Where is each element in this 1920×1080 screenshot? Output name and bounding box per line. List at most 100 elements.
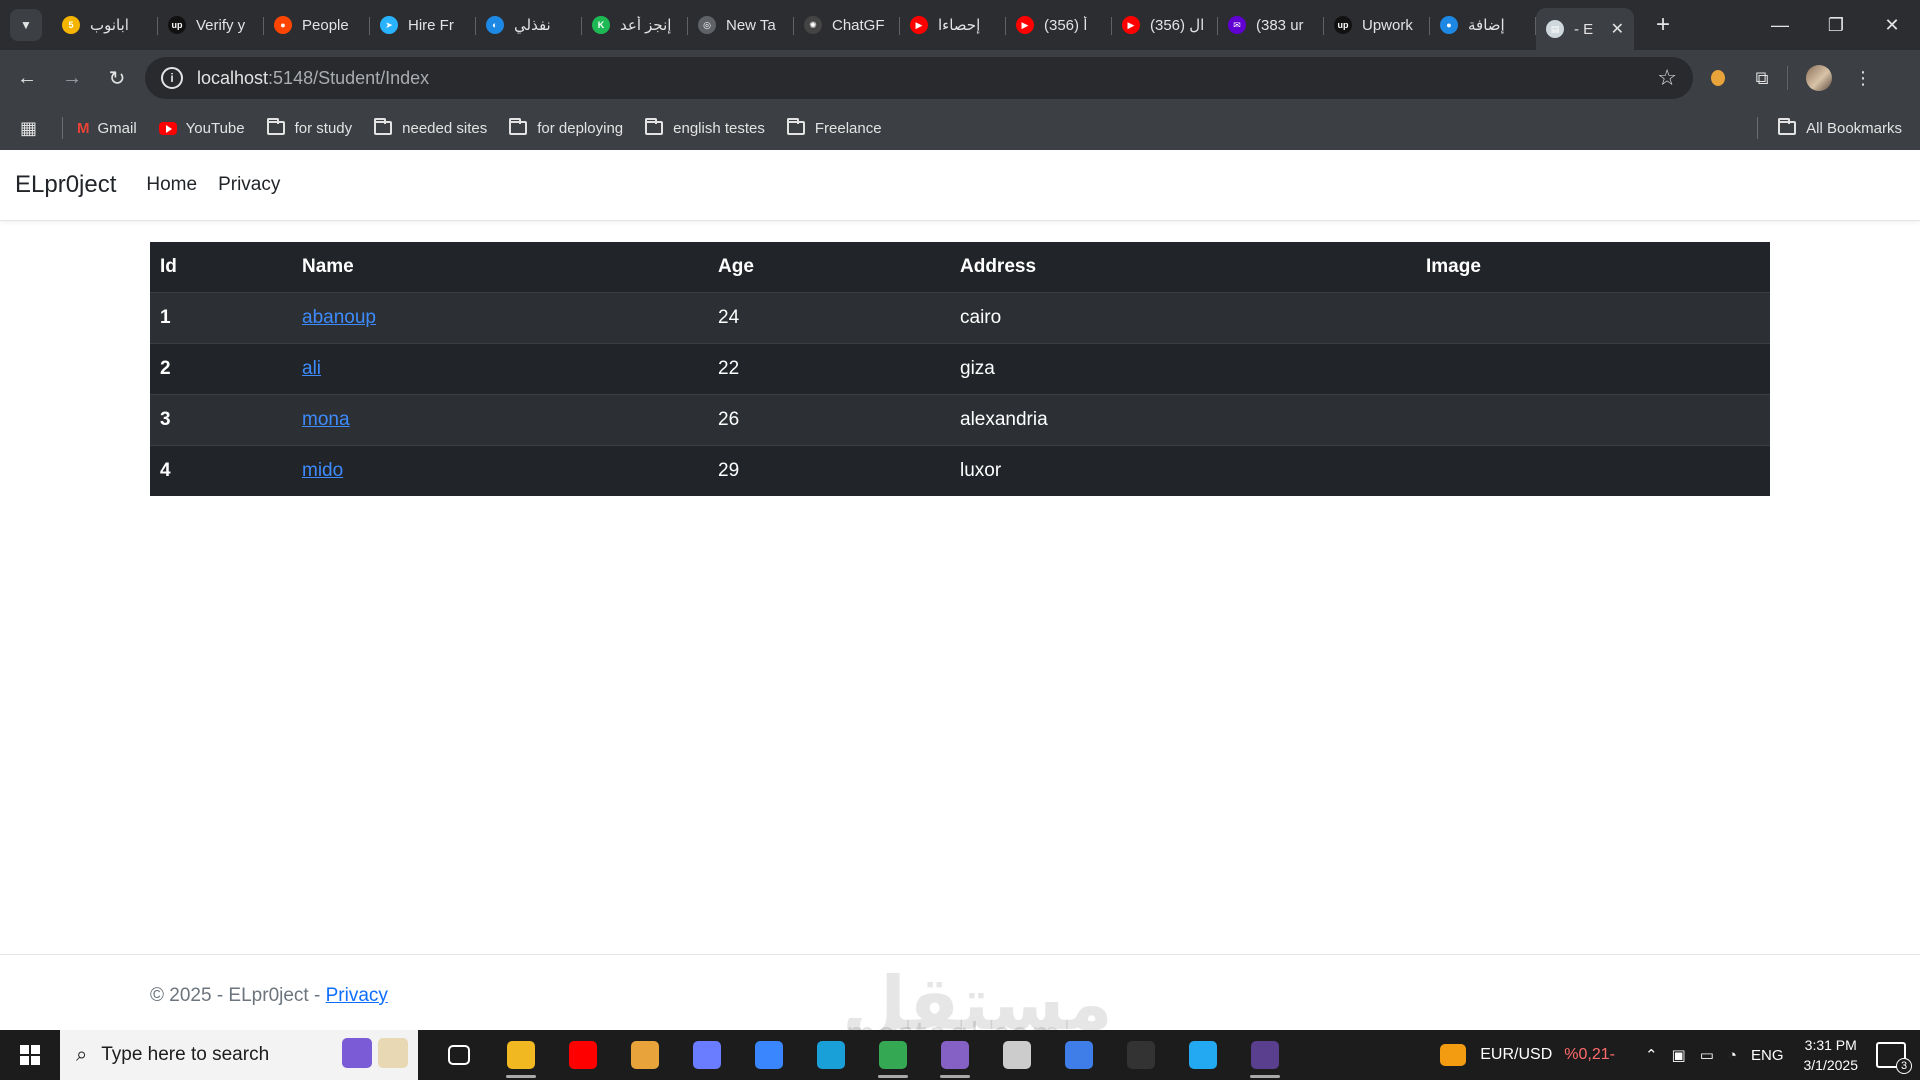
back-button[interactable]: ← (9, 60, 45, 96)
nav-privacy-link[interactable]: Privacy (218, 174, 280, 196)
restore-icon[interactable]: ❐ (1808, 0, 1864, 50)
window-snap-icon[interactable] (986, 1030, 1048, 1080)
browser-tab[interactable]: ● People (264, 7, 370, 43)
more-menu-icon[interactable]: ⋮ (1844, 60, 1882, 96)
fx-widget[interactable]: EUR/USD %0,21- (1440, 1044, 1615, 1066)
close-window-icon[interactable]: ✕ (1864, 0, 1920, 50)
git-icon[interactable] (1048, 1030, 1110, 1080)
cell-image (1416, 444, 1770, 496)
cell-id: 3 (150, 393, 292, 445)
visual-studio-icon[interactable] (924, 1030, 986, 1080)
folder-icon (645, 118, 664, 135)
powershell-icon[interactable] (1234, 1030, 1296, 1080)
film-clapper-icon (342, 1038, 372, 1068)
battery-icon[interactable]: ▭ (1700, 1046, 1714, 1064)
bookmark-item[interactable]: needed sites (374, 118, 488, 137)
browser-tab[interactable]: ◎ New Ta (688, 7, 794, 43)
tab-title: إحصاءا (938, 17, 981, 34)
student-name-link[interactable]: abanoup (302, 307, 376, 328)
bookmark-item[interactable]: english testes (645, 118, 765, 137)
copilot-icon[interactable] (676, 1030, 738, 1080)
browser-tab[interactable]: ◐ نفذلي (476, 7, 582, 43)
app-glyph (941, 1041, 969, 1069)
all-bookmarks-label: All Bookmarks (1806, 119, 1902, 137)
nav-home-link[interactable]: Home (146, 174, 197, 196)
page-icon: ▤ (1546, 20, 1564, 38)
edge-icon[interactable] (800, 1030, 862, 1080)
extensions-puzzle-icon[interactable]: ⧉ (1743, 60, 1781, 96)
bookmark-item[interactable]: M Gmail (77, 120, 137, 137)
file-explorer-icon[interactable] (490, 1030, 552, 1080)
student-name-link[interactable]: mido (302, 460, 343, 481)
new-tab-button[interactable]: + (1648, 11, 1678, 39)
fx-change: %0,21- (1564, 1046, 1615, 1063)
bookmark-star-icon[interactable]: ☆ (1657, 65, 1677, 91)
student-name-link[interactable]: ali (302, 358, 321, 379)
folder-icon (509, 118, 528, 135)
taskbar-clock[interactable]: 3:31 PM 3/1/2025 (1804, 1035, 1859, 1075)
reload-button[interactable]: ↻ (99, 60, 135, 96)
browser-tab[interactable]: ✉ (383 ur (1218, 7, 1324, 43)
clock-date: 3/1/2025 (1803, 1057, 1859, 1073)
search-icon: ⌕ (76, 1043, 88, 1066)
microsoft-store-icon[interactable] (738, 1030, 800, 1080)
bookmark-item[interactable]: Freelance (786, 118, 882, 137)
app-glyph (448, 1045, 470, 1065)
browser-tab[interactable]: up Verify y (158, 7, 264, 43)
tab-title: نفذلي (514, 17, 551, 34)
snipping-tool-icon[interactable] (614, 1030, 676, 1080)
folder-icon (786, 118, 805, 135)
start-button[interactable] (0, 1030, 60, 1080)
task-view-icon[interactable] (428, 1030, 490, 1080)
browser-tab[interactable]: ▤ - E ✕ (1536, 8, 1634, 50)
browser-tab[interactable]: K إنجز أعد (582, 7, 688, 43)
brand-link[interactable]: ELpr0ject (15, 171, 116, 199)
tab-title: Upwork (1362, 16, 1413, 34)
bookmark-item[interactable]: for deploying (509, 118, 623, 137)
column-header-image: Image (1416, 242, 1770, 293)
browser-tab[interactable]: ✺ ChatGF (794, 7, 900, 43)
student-name-link[interactable]: mona (302, 409, 350, 430)
site-info-icon[interactable]: i (161, 67, 183, 89)
window-controls: — ❐ ✕ (1752, 0, 1920, 50)
cell-address: cairo (950, 291, 1416, 343)
browser-tab[interactable]: ● إضافة (1430, 7, 1536, 43)
arrow-left-icon: ← (17, 66, 37, 89)
minimize-icon[interactable]: — (1752, 0, 1808, 50)
bookmark-label: needed sites (402, 119, 488, 137)
youtube-app-icon[interactable] (552, 1030, 614, 1080)
apps-grid-icon[interactable]: ▦ (20, 118, 44, 139)
cell-age: 29 (708, 444, 950, 496)
taskbar-search-box[interactable]: ⌕ Type here to search (60, 1030, 418, 1080)
url-text[interactable]: localhost:5148/Student/Index (197, 68, 1657, 89)
yahoo-mail-icon: ✉ (1228, 16, 1246, 34)
cell-name: mona (292, 393, 708, 445)
meet-now-icon[interactable]: ▣ (1672, 1046, 1686, 1064)
extension-button[interactable] (1699, 60, 1737, 96)
browser-tab[interactable]: up Upwork (1324, 7, 1430, 43)
terminal-icon[interactable] (1110, 1030, 1172, 1080)
profile-button[interactable] (1800, 60, 1838, 96)
close-tab-icon[interactable]: ✕ (1611, 19, 1624, 39)
all-bookmarks-button[interactable]: All Bookmarks (1778, 118, 1902, 137)
footer-privacy-link[interactable]: Privacy (326, 985, 388, 1006)
browser-tab[interactable]: ▶ إحصاءا (900, 7, 1006, 43)
language-indicator[interactable]: ENG (1751, 1047, 1784, 1064)
vscode-icon[interactable] (1172, 1030, 1234, 1080)
browser-tab[interactable]: ▶ ال (356) (1112, 7, 1218, 43)
chevron-up-icon[interactable]: ⌃ (1645, 1046, 1658, 1064)
tab-search-button[interactable]: ▼ (10, 9, 42, 41)
notification-count: 3 (1896, 1058, 1912, 1074)
bookmark-item[interactable]: YouTube (158, 120, 245, 137)
wifi-icon[interactable]: ◔ (1728, 1047, 1737, 1064)
freelancer-icon: ➤ (380, 16, 398, 34)
address-bar[interactable]: i localhost:5148/Student/Index ☆ (145, 57, 1693, 99)
cell-address: luxor (950, 444, 1416, 496)
chrome-icon[interactable] (862, 1030, 924, 1080)
bookmark-item[interactable]: for study (266, 118, 352, 137)
browser-tab[interactable]: 5 ابانوب (52, 7, 158, 43)
browser-tab[interactable]: ➤ Hire Fr (370, 7, 476, 43)
notification-center-icon[interactable]: 3 (1876, 1042, 1912, 1074)
browser-tab[interactable]: ▶ أ (356) (1006, 7, 1112, 43)
forward-button[interactable]: → (54, 60, 90, 96)
